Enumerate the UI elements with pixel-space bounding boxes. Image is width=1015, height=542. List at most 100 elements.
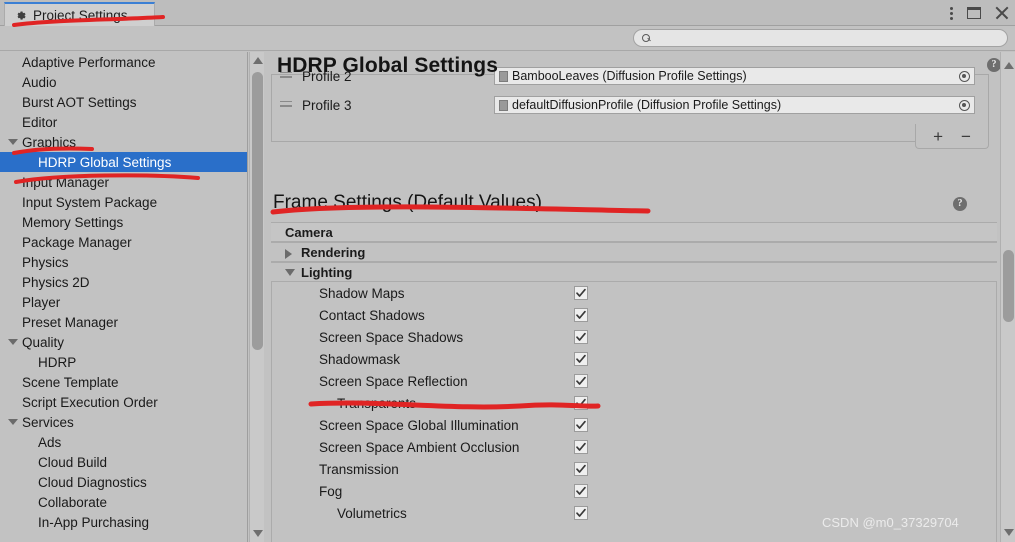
group-label: Lighting — [301, 264, 353, 280]
gear-icon — [14, 9, 27, 22]
sidebar-item-input-system-package[interactable]: Input System Package — [0, 192, 247, 212]
sidebar-item-player[interactable]: Player — [0, 292, 247, 312]
chevron-down-icon[interactable] — [285, 269, 295, 276]
scroll-up-icon[interactable] — [1004, 62, 1014, 69]
sidebar-item-ads[interactable]: Ads — [0, 432, 247, 452]
list-add-remove-buttons: + − — [915, 124, 989, 149]
checkbox[interactable] — [574, 308, 588, 322]
sidebar-item-audio[interactable]: Audio — [0, 72, 247, 92]
sidebar-item-label: Ads — [38, 434, 62, 450]
sidebar-item-quality[interactable]: Quality — [0, 332, 247, 352]
frame-setting-label: Shadowmask — [319, 351, 401, 367]
checkbox[interactable] — [574, 418, 588, 432]
checkbox[interactable] — [574, 506, 588, 520]
search-input[interactable] — [656, 32, 996, 44]
object-picker-icon[interactable] — [959, 99, 970, 111]
checkbox[interactable] — [574, 286, 588, 300]
checkbox[interactable] — [574, 484, 588, 498]
frame-settings-group-lighting[interactable]: Lighting — [271, 262, 997, 282]
sidebar-item-label: In-App Purchasing — [38, 514, 150, 530]
frame-setting-row[interactable]: Screen Space Reflection — [271, 370, 997, 392]
sidebar-scrollbar[interactable] — [249, 52, 264, 542]
search-toolbar — [0, 26, 1015, 51]
sidebar-item-editor[interactable]: Editor — [0, 112, 247, 132]
sidebar-item-label: Package Manager — [22, 234, 132, 250]
frame-setting-label: Screen Space Reflection — [319, 373, 468, 389]
maximize-icon[interactable] — [967, 7, 981, 19]
settings-sidebar[interactable]: Adaptive Performance Audio Burst AOT Setti… — [0, 52, 248, 542]
sidebar-item-collaborate[interactable]: Collaborate — [0, 492, 247, 512]
sidebar-item-memory-settings[interactable]: Memory Settings — [0, 212, 247, 232]
frame-settings-help-icon[interactable]: ? — [953, 197, 967, 211]
sidebar-item-label: Scene Template — [22, 374, 119, 390]
checkbox[interactable] — [574, 396, 588, 410]
sidebar-item-preset-manager[interactable]: Preset Manager — [0, 312, 247, 332]
chevron-right-icon[interactable] — [285, 249, 292, 259]
chevron-down-icon[interactable] — [8, 419, 18, 425]
remove-button[interactable]: − — [961, 128, 971, 145]
sidebar-item-package-manager[interactable]: Package Manager — [0, 232, 247, 252]
tab-project-settings[interactable]: Project Settings — [4, 2, 155, 26]
checkbox[interactable] — [574, 440, 588, 454]
sidebar-item-label: Physics 2D — [22, 274, 90, 290]
frame-setting-row[interactable]: Screen Space Global Illumination — [271, 414, 997, 436]
close-icon[interactable] — [995, 6, 1009, 20]
asset-thumbnail-icon — [499, 99, 508, 111]
scroll-up-icon[interactable] — [253, 57, 263, 64]
sidebar-item-label: Graphics — [22, 134, 77, 150]
chevron-down-icon[interactable] — [8, 139, 18, 145]
sidebar-item-graphics[interactable]: Graphics — [0, 132, 247, 152]
frame-setting-row[interactable]: Fog — [271, 480, 997, 502]
checkbox[interactable] — [574, 462, 588, 476]
frame-setting-row[interactable]: Contact Shadows — [271, 304, 997, 326]
profile-row[interactable]: Profile 3 defaultDiffusionProfile (Diffu… — [272, 93, 990, 117]
object-field[interactable]: BambooLeaves (Diffusion Profile Settings… — [494, 67, 975, 85]
sidebar-item-services[interactable]: Services — [0, 412, 247, 432]
frame-setting-row[interactable]: Shadowmask — [271, 348, 997, 370]
sidebar-item-cloud-diagnostics[interactable]: Cloud Diagnostics — [0, 472, 247, 492]
sidebar-item-hdrp-global-settings[interactable]: HDRP Global Settings — [0, 152, 247, 172]
frame-setting-label: Volumetrics — [337, 505, 407, 521]
frame-setting-row[interactable]: Shadow Maps — [271, 282, 997, 304]
checkbox[interactable] — [574, 330, 588, 344]
sidebar-item-input-manager[interactable]: Input Manager — [0, 172, 247, 192]
main-scroll-thumb[interactable] — [1003, 250, 1014, 322]
drag-handle-icon[interactable] — [280, 100, 292, 110]
sidebar-item-script-execution-order[interactable]: Script Execution Order — [0, 392, 247, 412]
chevron-down-icon[interactable] — [8, 339, 18, 345]
asset-thumbnail-icon — [499, 70, 508, 82]
frame-setting-row[interactable]: Transparents — [271, 392, 997, 414]
sidebar-item-scene-template[interactable]: Scene Template — [0, 372, 247, 392]
frame-setting-row[interactable]: Transmission — [271, 458, 997, 480]
sidebar-item-cloud-build[interactable]: Cloud Build — [0, 452, 247, 472]
sidebar-item-label: Preset Manager — [22, 314, 119, 330]
frame-setting-row[interactable]: Screen Space Shadows — [271, 326, 997, 348]
search-box[interactable] — [633, 29, 1008, 47]
sidebar-item-physics[interactable]: Physics — [0, 252, 247, 272]
sidebar-list: Adaptive Performance Audio Burst AOT Setti… — [0, 52, 247, 532]
kebab-menu-icon[interactable] — [949, 5, 953, 21]
help-icon[interactable]: ? — [987, 58, 1000, 72]
project-settings-window: Project Settings Adaptive Performance Aud… — [0, 0, 1015, 542]
main-scrollbar[interactable] — [1000, 52, 1015, 542]
sidebar-item-physics-2d[interactable]: Physics 2D — [0, 272, 247, 292]
frame-settings-group-rendering[interactable]: Rendering — [271, 242, 997, 262]
frame-setting-row[interactable]: Screen Space Ambient Occlusion — [271, 436, 997, 458]
object-field-value: BambooLeaves (Diffusion Profile Settings… — [512, 69, 747, 83]
sidebar-item-hdrp[interactable]: HDRP — [0, 352, 247, 372]
object-field[interactable]: defaultDiffusionProfile (Diffusion Profi… — [494, 96, 975, 114]
sidebar-scroll-thumb[interactable] — [252, 72, 263, 350]
add-button[interactable]: + — [933, 128, 943, 145]
sidebar-item-label: Audio — [22, 74, 57, 90]
scroll-down-icon[interactable] — [253, 530, 263, 537]
object-picker-icon[interactable] — [959, 70, 970, 82]
scroll-down-icon[interactable] — [1004, 529, 1014, 536]
checkbox[interactable] — [574, 352, 588, 366]
sidebar-item-label: Cloud Build — [38, 454, 108, 470]
sidebar-item-burst-aot-settings[interactable]: Burst AOT Settings — [0, 92, 247, 112]
sidebar-item-label: Input Manager — [22, 174, 110, 190]
page-title: HDRP Global Settings — [277, 54, 498, 77]
sidebar-item-in-app-purchasing[interactable]: In-App Purchasing — [0, 512, 247, 532]
checkbox[interactable] — [574, 374, 588, 388]
sidebar-item-adaptive-performance[interactable]: Adaptive Performance — [0, 52, 247, 72]
